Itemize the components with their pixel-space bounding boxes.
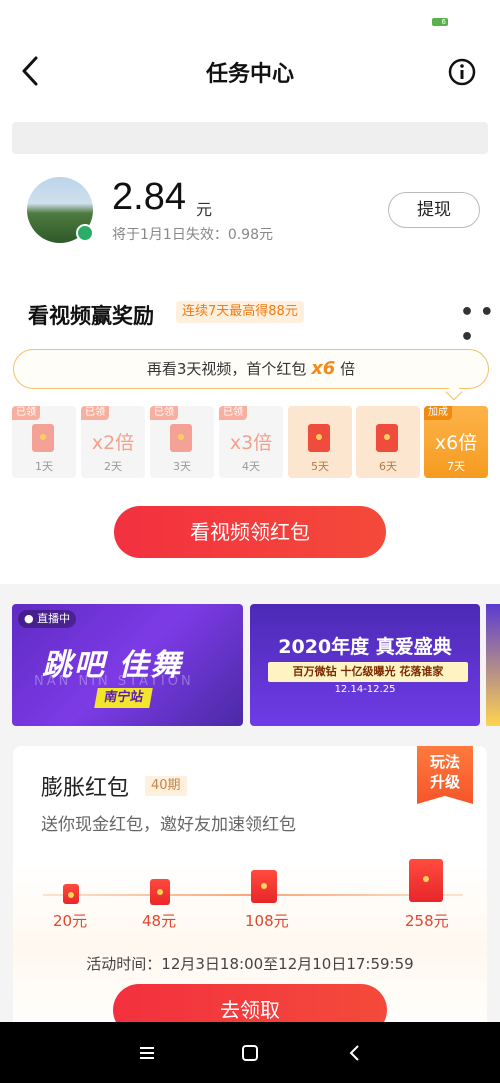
day-multiplier: x6倍: [434, 432, 478, 454]
wechat-icon: [76, 224, 94, 242]
live-banner[interactable]: ● 直播中 跳吧 佳舞 NAN NIN STATION 南宁站: [12, 604, 243, 726]
tip-suffix: 倍: [340, 360, 356, 378]
page-title: 任务中心: [205, 62, 294, 87]
live-badge: ● 直播中: [18, 610, 77, 628]
red-envelope-icon: [170, 424, 192, 452]
banner-tags: 百万微钻 十亿级曝光 花落谁家: [268, 662, 468, 682]
day-label: 1天: [35, 460, 53, 473]
day-label: 5天: [311, 460, 329, 473]
day-item[interactable]: 已领 x2倍 2天: [81, 406, 145, 478]
event-banner[interactable]: 2020年度 真爱盛典 百万微钻 十亿级曝光 花落谁家 12.14-12.25: [250, 604, 480, 726]
day-item[interactable]: 已领 x3倍 4天: [219, 406, 283, 478]
day-tag: 已领: [219, 406, 247, 420]
balance-amount: 2.84: [112, 176, 186, 218]
red-envelope-icon: [308, 424, 330, 452]
day-tag: 加成: [424, 406, 452, 420]
day-item[interactable]: 已领 1天: [12, 406, 76, 478]
badge-line: 升级: [429, 773, 460, 791]
notice-banner: [12, 122, 488, 154]
day-track: 已领 1天 已领 x2倍 2天 已领 3天 已领 x3倍 4天 5天 6天 加成: [12, 406, 488, 478]
withdraw-button[interactable]: 提现: [388, 192, 480, 228]
day-label: 3天: [173, 460, 191, 473]
watch-video-button[interactable]: 看视频领红包: [114, 506, 386, 558]
tier-value: 258元: [405, 912, 449, 930]
day-item[interactable]: 已领 3天: [150, 406, 214, 478]
balance-unit: 元: [196, 200, 213, 219]
day-tag: 已领: [150, 406, 178, 420]
red-envelope-icon: [251, 870, 277, 903]
day-tag: 已领: [12, 406, 40, 420]
red-envelope-icon: [409, 859, 443, 902]
day-label: 2天: [104, 460, 122, 473]
system-nav-bar: [0, 1022, 500, 1083]
more-icon[interactable]: • • •: [460, 300, 500, 350]
day-label: 7天: [447, 460, 465, 473]
day-multiplier: x3倍: [229, 432, 273, 454]
inflate-subtitle: 送你现金红包，邀好友加速领红包: [41, 815, 296, 835]
day-item[interactable]: 加成 x6倍 7天: [424, 406, 488, 478]
day-label: 4天: [242, 460, 260, 473]
red-envelope-icon: [63, 884, 79, 904]
day-label: 6天: [379, 460, 397, 473]
banner-city: 南宁站: [94, 688, 153, 708]
period-badge: 40期: [145, 776, 187, 796]
status-bar: 6: [0, 0, 500, 40]
streak-badge: 连续7天最高得88元: [176, 301, 304, 323]
upgrade-badge[interactable]: 玩法 升级: [417, 746, 473, 804]
day-item[interactable]: 6天: [356, 406, 420, 478]
red-envelope-icon: [376, 424, 398, 452]
back-nav-icon[interactable]: [344, 1042, 366, 1064]
tier-value: 48元: [142, 912, 177, 930]
activity-time: 活动时间：12月3日18:00至12月10日17:59:59: [86, 955, 414, 973]
red-envelope-icon: [32, 424, 54, 452]
tip-bubble: 再看3天视频，首个红包 x6 倍: [13, 349, 489, 389]
inflate-card: 膨胀红包 40期 送你现金红包，邀好友加速领红包 玩法 升级 20元 48元 1…: [13, 746, 487, 1036]
expire-text: 将于1月1日失效：0.98元: [112, 227, 273, 243]
home-icon[interactable]: [239, 1042, 261, 1064]
menu-icon[interactable]: [136, 1042, 158, 1064]
battery-icon: 6: [432, 18, 448, 26]
section-title: 看视频赢奖励: [28, 304, 154, 328]
tip-multiplier: x6: [311, 358, 336, 379]
day-tag: 已领: [81, 406, 109, 420]
banner-date: 12.14-12.25: [334, 684, 396, 695]
nav-bar: 任务中心: [0, 40, 500, 104]
info-icon[interactable]: [448, 58, 476, 86]
tip-text: 再看3天视频，首个红包: [146, 360, 307, 378]
banner-ghost-text: NAN NIN STATION: [34, 674, 194, 689]
inflate-title: 膨胀红包: [41, 776, 130, 801]
tier-value: 108元: [245, 912, 289, 930]
banner-carousel: ● 直播中 跳吧 佳舞 NAN NIN STATION 南宁站 2020年度 真…: [0, 604, 500, 726]
banner-title: 2020年度 真爱盛典: [278, 636, 452, 658]
task-card: 2.84 元 将于1月1日失效：0.98元 提现 看视频赢奖励 连续7天最高得8…: [0, 104, 500, 584]
badge-line: 玩法: [429, 753, 460, 771]
next-banner[interactable]: [486, 604, 500, 726]
tier-value: 20元: [53, 912, 88, 930]
red-envelope-icon: [150, 879, 170, 905]
day-multiplier: x2倍: [91, 432, 135, 454]
day-item[interactable]: 5天: [288, 406, 352, 478]
